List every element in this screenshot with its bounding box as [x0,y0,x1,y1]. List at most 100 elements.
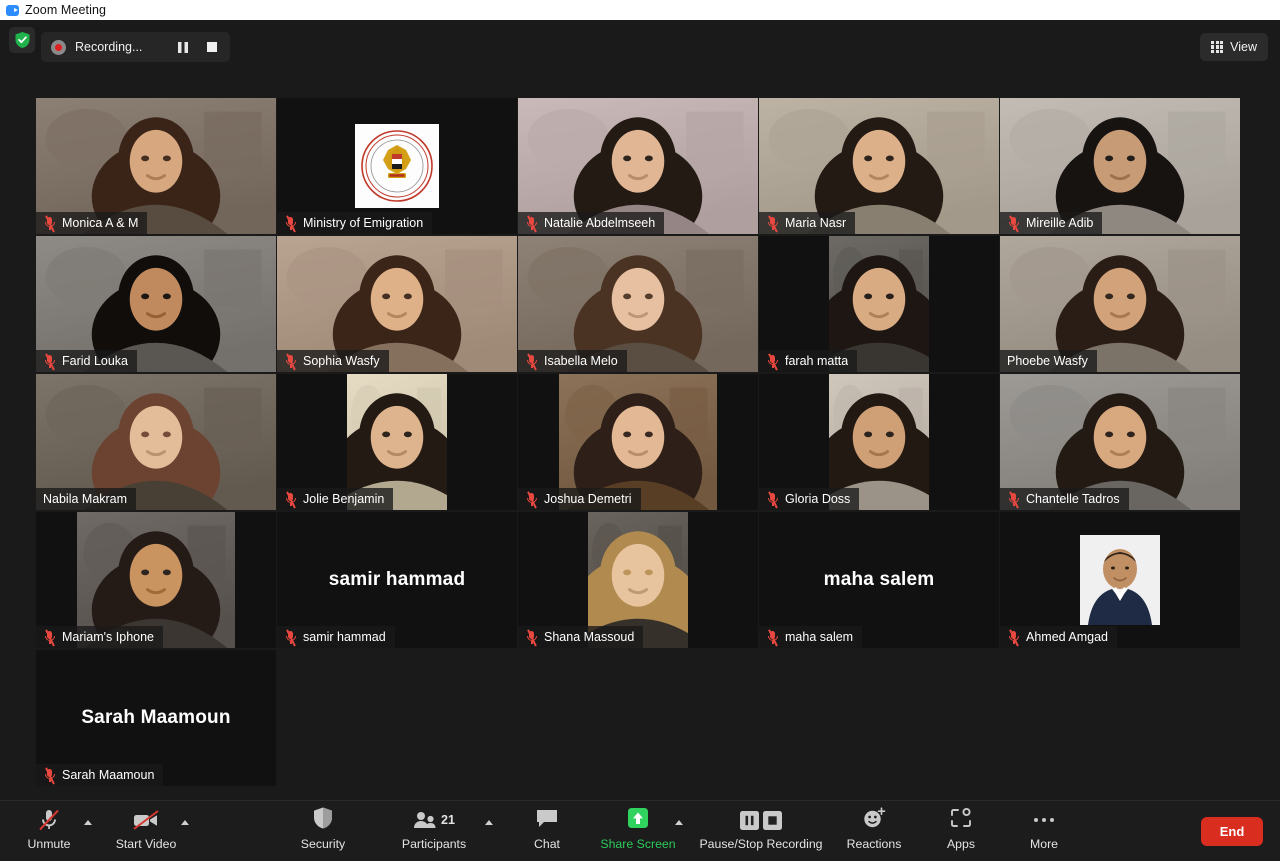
participant-name-bar: farah matta [759,350,858,372]
pause-icon [178,41,189,53]
participant-name-bar: Sophia Wasfy [277,350,389,372]
shield-check-icon[interactable] [9,27,35,53]
grid-view-icon [1211,41,1224,53]
participant-name-bar: Maria Nasr [759,212,856,234]
toolbar-more-button[interactable]: More [1019,807,1069,851]
share-screen-up-arrow-icon [625,806,651,835]
recording-indicator: Recording... [41,32,231,62]
toolbar-participants-button[interactable]: 21 Participants [398,807,470,851]
participant-name: Ministry of Emigration [303,216,424,230]
participant-tile[interactable]: samir hammad samir hammad [277,512,517,648]
participant-name: Isabella Melo [544,354,618,368]
participant-name-bar: Sarah Maamoun [36,764,164,786]
toolbar-button-label: More [1029,837,1059,851]
participant-tile[interactable]: Nabila Makram [36,374,276,510]
toolbar-pause-stop-recording-button[interactable]: Pause/Stop Recording [696,807,826,851]
toolbar-button-label: Share Screen [600,837,676,851]
chevron-up-icon[interactable] [485,820,493,825]
participant-tile[interactable]: Monica A & M [36,98,276,234]
end-meeting-button[interactable]: End [1201,817,1263,846]
participant-name: Nabila Makram [43,492,128,506]
toolbar-reactions-button[interactable]: Reactions [841,806,907,851]
view-button[interactable]: View [1200,33,1268,61]
toolbar-start-video-button[interactable]: Start Video [112,807,180,851]
participant-name-bar: Shana Massoud [518,626,644,648]
chevron-up-icon[interactable] [675,820,683,825]
participant-tile[interactable]: Chantelle Tadros [1000,374,1240,510]
stop-recording-button[interactable] [202,36,222,58]
participant-name: Farid Louka [62,354,129,368]
muted-microphone-icon [525,353,538,370]
muted-microphone-icon [284,353,297,370]
participant-tile[interactable]: Jolie Benjamin [277,374,517,510]
participant-name: Sophia Wasfy [303,354,380,368]
muted-microphone-icon [766,491,779,508]
participant-tile[interactable]: Gloria Doss [759,374,999,510]
participant-tile[interactable]: Mariam's Iphone [36,512,276,648]
profile-photo [1080,535,1160,625]
participant-name-bar: maha salem [759,626,863,648]
toolbar-security-button[interactable]: Security [294,807,352,851]
microphone-muted-icon [36,807,62,833]
participant-tile[interactable]: Shana Massoud [518,512,758,648]
participant-tile[interactable]: Phoebe Wasfy [1000,236,1240,372]
smiley-plus-icon [861,806,887,835]
participant-tile[interactable]: Sarah Maamoun Sarah Maamoun [36,650,276,786]
muted-microphone-icon [766,215,779,232]
video-camera-off-icon [131,807,161,833]
record-dot-icon [51,39,66,55]
meeting-controls-toolbar: Unmute Start Video Security 21 Participa… [0,800,1280,861]
participant-tile[interactable]: Isabella Melo [518,236,758,372]
participant-tile[interactable]: farah matta [759,236,999,372]
toolbar-apps-button[interactable]: Apps [936,807,986,851]
participant-name-bar: Natalie Abdelmseeh [518,212,665,234]
toolbar-unmute-button[interactable]: Unmute [22,807,76,851]
participant-name-bar: Mireille Adib [1000,212,1103,234]
toolbar-chat-button[interactable]: Chat [522,807,572,851]
participant-name: Gloria Doss [785,492,851,506]
view-button-label: View [1230,40,1257,54]
participant-tile[interactable]: Mireille Adib [1000,98,1240,234]
muted-microphone-icon [1007,215,1020,232]
participants-count: 21 [441,813,455,827]
participant-name: Shana Massoud [544,630,635,644]
muted-microphone-icon [284,629,297,646]
participant-name-bar: Ministry of Emigration [277,212,433,234]
toolbar-button-label: Chat [534,837,560,851]
muted-microphone-icon [1007,629,1020,646]
participant-tile[interactable]: Joshua Demetri [518,374,758,510]
pause-recording-button[interactable] [173,36,193,58]
toolbar-button-label: Start Video [115,837,177,851]
toolbar-button-label: Pause/Stop Recording [699,837,823,851]
chevron-up-icon[interactable] [181,820,189,825]
participant-name-bar: Monica A & M [36,212,148,234]
toolbar-button-label: Reactions [846,837,902,851]
chevron-up-icon[interactable] [84,820,92,825]
pause-stop-recording-icon [740,810,782,830]
participant-name-bar: Phoebe Wasfy [1000,350,1097,372]
participant-tile[interactable]: Ahmed Amgad [1000,512,1240,648]
participant-tile[interactable]: Ministry of Emigration [277,98,517,234]
participant-name-bar: Farid Louka [36,350,138,372]
muted-microphone-icon [284,491,297,508]
muted-microphone-icon [43,353,56,370]
muted-microphone-icon [43,215,56,232]
participant-name-bar: Joshua Demetri [518,488,641,510]
recording-label: Recording... [75,40,143,54]
participant-name: Sarah Maamoun [62,768,155,782]
participants-icon: 21 [413,811,455,829]
participant-tile[interactable]: Maria Nasr [759,98,999,234]
participant-tile[interactable]: maha salem maha salem [759,512,999,648]
muted-microphone-icon [766,629,779,646]
window-title-bar: Zoom Meeting [0,0,1280,20]
participant-tile[interactable]: Natalie Abdelmseeh [518,98,758,234]
participant-name: Chantelle Tadros [1026,492,1120,506]
participant-name: Ahmed Amgad [1026,630,1108,644]
more-dots-icon [1034,818,1054,822]
participant-name: Jolie Benjamin [303,492,385,506]
toolbar-share-screen-button[interactable]: Share Screen [593,807,683,851]
participant-tile[interactable]: Sophia Wasfy [277,236,517,372]
participant-name: samir hammad [303,630,386,644]
participant-tile[interactable]: Farid Louka [36,236,276,372]
muted-microphone-icon [525,215,538,232]
